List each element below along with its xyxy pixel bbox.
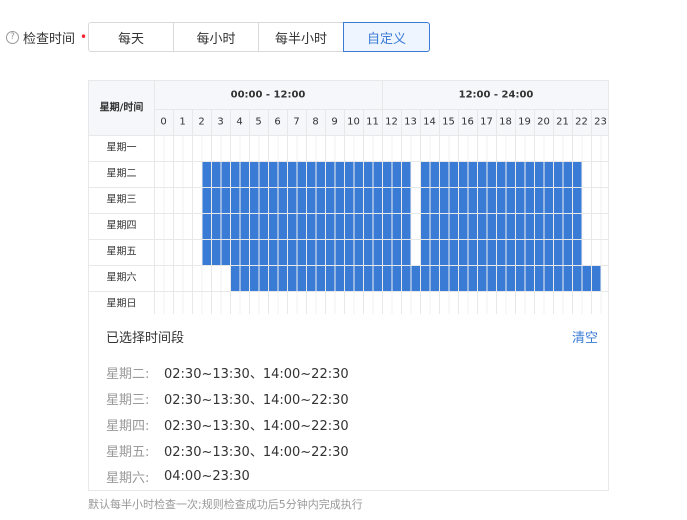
hour-label: 22 (575, 117, 588, 128)
period-ranges: 02:30~13:30、14:00~22:30 (164, 392, 349, 408)
list-item: 星期三: 02:30~13:30、14:00~22:30 (106, 385, 349, 411)
period-day: 星期六: (106, 470, 150, 486)
schedule-grid[interactable]: 星期/时间00:00 - 12:00 12:00 - 24:000 1 2 3 4 5 6 7 8… (89, 81, 608, 314)
field-label-text: 检查时间 (23, 31, 76, 47)
period-day: 星期三: (106, 392, 150, 408)
hour-label: 13 (404, 117, 417, 128)
hour-label: 23 (594, 117, 607, 128)
hour-label: 18 (499, 117, 512, 128)
hour-label: 14 (423, 117, 436, 128)
list-item: 星期六: 04:00~23:30 (106, 463, 349, 489)
day-label: 星期一 (107, 142, 137, 154)
hour-label: 9 (331, 117, 337, 128)
list-item: 星期二: 02:30~13:30、14:00~22:30 (106, 359, 349, 385)
option-hourly-button[interactable]: 每小时 (173, 22, 259, 52)
hour-label: 6 (274, 117, 280, 128)
selected-block[interactable] (230, 265, 601, 291)
selected-periods-title: 已选择时间段 (106, 331, 185, 346)
selected-block[interactable] (420, 239, 582, 265)
clear-button[interactable]: 清空 (572, 327, 598, 346)
day-label: 星期二 (107, 168, 137, 180)
period-label: 12:00 - 24:00 (459, 90, 534, 101)
hour-label: 2 (198, 117, 204, 128)
hour-label: 1 (179, 117, 185, 128)
selected-block[interactable] (420, 213, 582, 239)
period-day: 星期二: (106, 366, 150, 382)
option-daily-button[interactable]: 每天 (88, 22, 174, 52)
day-label: 星期五 (107, 246, 137, 258)
schedule-panel: 星期/时间 00:00 - 12:00 12:00 - 24:00 0 1 2 3 4 5 6 7 8… (88, 80, 609, 491)
hour-label: 11 (366, 117, 379, 128)
hour-label: 10 (347, 117, 360, 128)
hour-label: 19 (518, 117, 531, 128)
selected-block[interactable] (420, 187, 582, 213)
hour-label: 0 (160, 117, 166, 128)
hour-label: 8 (312, 117, 318, 128)
footnote-text: 默认每半小时检查一次;规则检查成功后5分钟内完成执行 (88, 498, 363, 511)
period-day: 星期五: (106, 444, 150, 460)
hour-label: 17 (480, 117, 493, 128)
list-item: 星期四: 02:30~13:30、14:00~22:30 (106, 411, 349, 437)
hour-label: 5 (255, 117, 261, 128)
selected-periods-list: 星期二: 02:30~13:30、14:00~22:30 星期三: 02:30~… (106, 359, 349, 489)
hour-label: 15 (442, 117, 455, 128)
corner-label: 星期/时间 (100, 101, 144, 114)
hour-label: 12 (385, 117, 398, 128)
list-item: 星期五: 02:30~13:30、14:00~22:30 (106, 437, 349, 463)
period-ranges: 02:30~13:30、14:00~22:30 (164, 418, 349, 434)
option-custom-button[interactable]: 自定义 (343, 22, 430, 52)
hour-label: 3 (217, 117, 223, 128)
hour-label: 7 (293, 117, 299, 128)
hour-label: 21 (556, 117, 569, 128)
day-label: 星期四 (107, 220, 137, 232)
period-ranges: 02:30~13:30、14:00~22:30 (164, 366, 349, 382)
day-label: 星期六 (107, 272, 137, 284)
option-half-hourly-button[interactable]: 每半小时 (258, 22, 344, 52)
hour-label: 16 (461, 117, 474, 128)
day-label: 星期三 (107, 194, 137, 206)
period-day: 星期四: (106, 418, 150, 434)
hour-label: 20 (537, 117, 550, 128)
check-time-label: ? 检查时间 • (6, 27, 87, 47)
period-ranges: 02:30~13:30、14:00~22:30 (164, 444, 349, 460)
day-label: 星期日 (107, 298, 137, 310)
selected-block[interactable] (420, 161, 582, 187)
period-label: 00:00 - 12:00 (231, 90, 306, 101)
frequency-selector: 每天 每小时 每半小时 自定义 (88, 22, 430, 52)
hour-label: 4 (236, 117, 242, 128)
period-ranges: 04:00~23:30 (164, 468, 250, 484)
required-mark: • (80, 30, 88, 44)
help-circle-icon[interactable]: ? (6, 30, 19, 44)
